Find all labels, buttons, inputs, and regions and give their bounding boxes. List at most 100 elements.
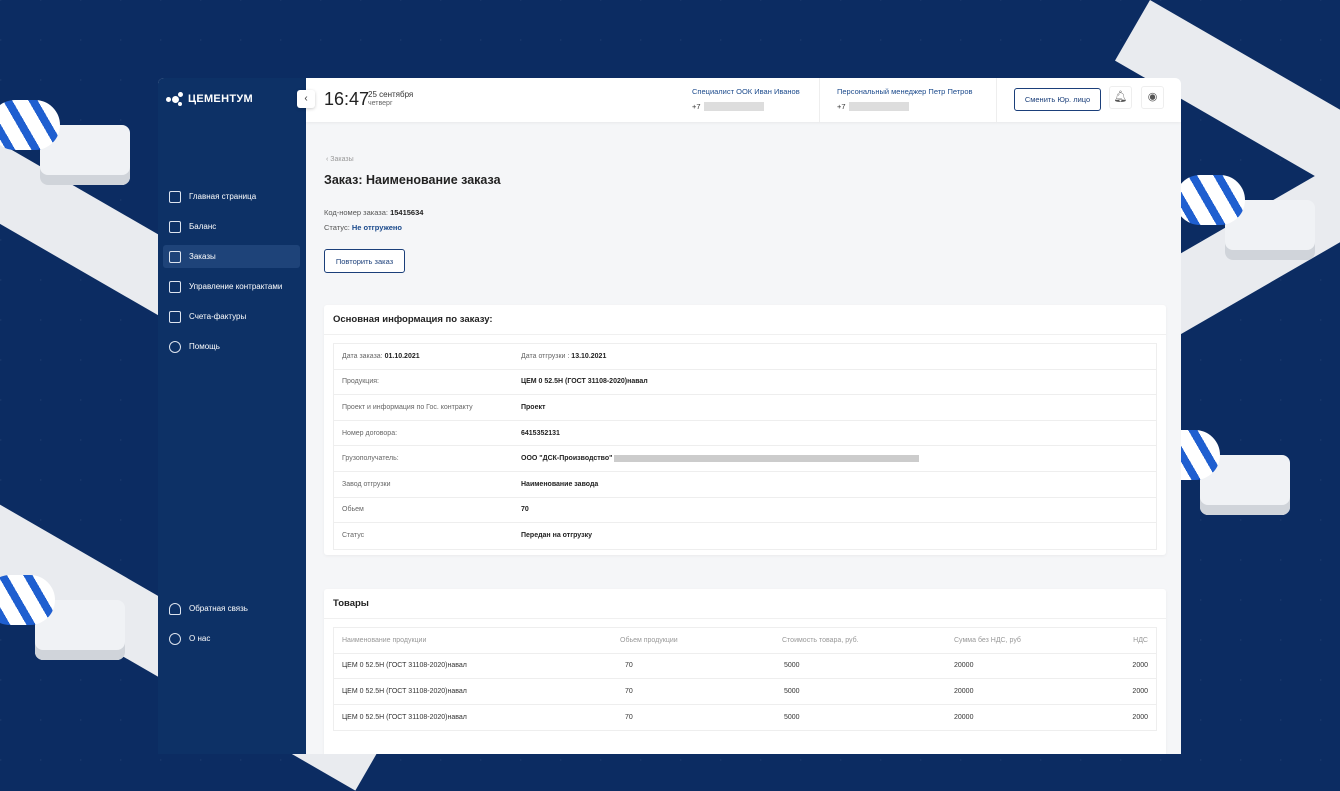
sidebar-item-label: Главная страница (189, 192, 257, 201)
app-window: ЦЕМЕНТУМ Главная страница Баланс Заказы … (158, 78, 1181, 754)
field-label: Номер договора: (342, 429, 398, 437)
field-label: Статус (342, 532, 365, 540)
sidebar: ЦЕМЕНТУМ Главная страница Баланс Заказы … (158, 78, 306, 754)
cell: 70 (625, 687, 633, 695)
sidebar-item-balance[interactable]: Баланс (163, 215, 300, 238)
chevron-left-icon: ‹ (304, 93, 308, 104)
sidebar-item-home[interactable]: Главная страница (163, 185, 300, 208)
page-title: Заказ: Наименование заказа (324, 173, 501, 187)
sidebar-item-invoices[interactable]: Счета-фактуры (163, 305, 300, 328)
table-row: Завод отгрузки Наименование завода (334, 472, 1156, 498)
table-row: Проект и информация по Гос. контракту Про… (334, 395, 1156, 421)
field-label: Проект и информация по Гос. контракту (342, 403, 473, 411)
table-row: Статус Передан на отгрузку (334, 523, 1156, 549)
field-value: Проект (521, 403, 546, 411)
profile-button[interactable]: ◉ (1141, 86, 1164, 109)
field-label: Дата отгрузки : 13.10.2021 (521, 352, 607, 360)
sidebar-bottom-nav: Обратная связь О нас (163, 597, 300, 657)
breadcrumb[interactable]: ‹ Заказы (326, 156, 354, 163)
clock: 16:47 (324, 89, 370, 109)
goods-table: Наименование продукции Обьем продукции С… (333, 627, 1157, 732)
specialist-name: Специалист ООК Иван Иванов (692, 87, 800, 96)
order-code: Код-номер заказа: 15415634 (324, 208, 423, 217)
mixer-truck-image (1175, 175, 1315, 260)
manager-name: Персональный менеджер Петр Петров (837, 87, 973, 96)
order-status-value: Не отгружено (351, 223, 402, 232)
order-status-label: Статус: (324, 223, 350, 232)
bell-icon: 🔔︎ (1113, 91, 1128, 103)
cell: 2000 (1132, 687, 1148, 695)
phone-prefix: +7 (837, 102, 846, 111)
mixer-truck-image (0, 575, 125, 660)
table-row: Обьем 70 (334, 498, 1156, 524)
cell: ЦЕМ 0 52.5Н (ГОСТ 31108-2020)навал (342, 687, 467, 695)
switch-legal-entity-button[interactable]: Сменить Юр. лицо (1014, 88, 1101, 111)
sidebar-item-label: Заказы (189, 252, 216, 261)
field-label: Грузополучатель: (342, 455, 399, 463)
consignee-name: ООО "ДСК-Производство" (521, 455, 613, 463)
field-value: 6415352131 (521, 429, 560, 437)
ship-date: 13.10.2021 (571, 352, 607, 360)
logo[interactable]: ЦЕМЕНТУМ (166, 92, 253, 106)
order-info-table: Дата заказа: 01.10.2021 Дата отгрузки : 1… (333, 343, 1157, 550)
cell: 20000 (954, 662, 974, 670)
divider (996, 78, 997, 122)
table-row: Номер договора: 6415352131 (334, 421, 1156, 447)
column-header: Сумма без НДС, руб (954, 636, 1021, 644)
order-info-card: Основная информация по заказу: Дата зака… (324, 305, 1166, 555)
card-title: Основная информация по заказу: (324, 305, 1166, 335)
home-icon (169, 190, 181, 203)
field-value: Передан на отгрузку (521, 532, 592, 540)
sidebar-item-orders[interactable]: Заказы (163, 245, 300, 268)
notifications-button[interactable]: 🔔︎ (1109, 86, 1132, 109)
collapse-sidebar-button[interactable]: ‹ (297, 90, 315, 108)
table-row: Грузополучатель: ООО "ДСК-Производство" (334, 446, 1156, 472)
lightbulb-icon (169, 340, 181, 353)
headset-icon (169, 602, 181, 615)
cell: 70 (625, 714, 633, 722)
cell: ЦЕМ 0 52.5Н (ГОСТ 31108-2020)навал (342, 662, 467, 670)
table-row: ЦЕМ 0 52.5Н (ГОСТ 31108-2020)навал 70 5000… (334, 705, 1156, 731)
table-row: Дата заказа: 01.10.2021 Дата отгрузки : 1… (334, 344, 1156, 370)
date-text: 25 сентября (368, 90, 414, 99)
phone-mask (703, 102, 764, 111)
field-label: Завод отгрузки (342, 480, 391, 488)
logo-icon (166, 92, 184, 106)
breadcrumb-orders[interactable]: Заказы (330, 156, 353, 163)
repeat-order-button[interactable]: Повторить заказ (324, 249, 405, 273)
order-status: Статус: Не отгружено (324, 223, 402, 232)
cell: 5000 (784, 714, 800, 722)
brand-name: ЦЕМЕНТУМ (188, 93, 253, 105)
info-icon (169, 632, 181, 645)
phone-prefix: +7 (692, 102, 701, 111)
field-value: ООО "ДСК-Производство" (521, 455, 920, 463)
field-label: Обьем (342, 506, 364, 514)
cell: 5000 (784, 662, 800, 670)
table-row: ЦЕМ 0 52.5Н (ГОСТ 31108-2020)навал 70 5000… (334, 654, 1156, 680)
mixer-truck-image (0, 100, 130, 185)
sidebar-item-feedback[interactable]: Обратная связь (163, 597, 300, 620)
goods-card: Товары Наименование продукции Обьем прод… (324, 589, 1166, 754)
top-header: ‹ 16:47 25 сентября четверг Специалист ОО… (297, 78, 1181, 122)
sidebar-item-label: О нас (189, 634, 211, 643)
mixer-truck-image (1150, 430, 1290, 515)
manager-contact[interactable]: Персональный менеджер Петр Петров +7 (837, 87, 973, 111)
cell: 70 (625, 662, 633, 670)
field-value: ЦЕМ 0 52.5Н (ГОСТ 31108-2020)навал (521, 378, 648, 386)
column-header: Наименование продукции (342, 636, 427, 644)
sidebar-item-help[interactable]: Помощь (163, 335, 300, 358)
cart-icon (169, 250, 181, 263)
user-circle-icon: ◉ (1147, 91, 1158, 103)
field-value: 70 (521, 506, 529, 514)
column-header: НДС (1133, 636, 1148, 644)
sidebar-item-label: Счета-фактуры (189, 312, 247, 321)
specialist-contact[interactable]: Специалист ООК Иван Иванов +7 (692, 87, 800, 111)
sidebar-item-contracts[interactable]: Управление контрактами (163, 275, 300, 298)
sidebar-item-about[interactable]: О нас (163, 627, 300, 650)
order-code-label: Код-номер заказа: (324, 208, 388, 217)
column-header: Обьем продукции (620, 636, 678, 644)
sidebar-nav: Главная страница Баланс Заказы Управлени… (163, 185, 300, 365)
cell: 5000 (784, 687, 800, 695)
card-title: Товары (324, 589, 1166, 619)
weekday: четверг (368, 100, 393, 107)
